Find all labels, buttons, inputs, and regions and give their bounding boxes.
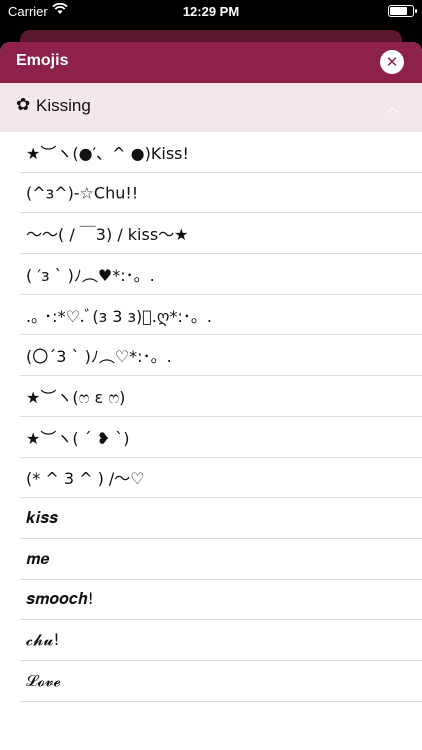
list-item[interactable]: ★︶ヽ(ෆ ε ෆ) — [20, 376, 422, 417]
battery-icon — [388, 5, 417, 17]
close-button[interactable]: ✕ — [380, 50, 404, 74]
battery-level — [390, 7, 407, 15]
clock: 12:29 PM — [182, 4, 240, 19]
emoji-text: (^ɜ^)-☆Chu!! — [26, 183, 139, 203]
list-item[interactable]: 𝒔𝒎𝒐𝒐𝒄𝒉! — [20, 580, 422, 621]
list-item[interactable]: 𝓬𝓱𝓾! — [20, 620, 422, 661]
emoji-text: ★︶ヽ( ´ ❥ `) — [26, 428, 130, 448]
list-item[interactable]: 𝓛𝓸𝓿𝓮 — [20, 661, 422, 702]
list-item[interactable]: (〇´3 ` )ﾉ︵♡*:･。. — [20, 335, 422, 377]
emoji-text: ( ′ɜ ` )ﾉ︵♥*:･。. — [26, 265, 155, 285]
emoji-text: 𝒎𝒆 — [26, 548, 50, 568]
emoji-text: (〇´3 ` )ﾉ︵♡*:･。. — [26, 347, 172, 367]
section-label: Kissing — [36, 96, 91, 115]
list-item[interactable]: ( ′ɜ ` )ﾉ︵♥*:･。. — [20, 254, 422, 295]
emoji-text: (* ^ 3 ^ ) /～♡ — [26, 469, 145, 489]
emoji-text: ～～( / ￣3) / kiss～★ — [26, 225, 189, 245]
status-bar: Carrier 12:29 PM — [0, 0, 422, 24]
list-item[interactable]: (* ^ 3 ^ ) /～♡ — [20, 458, 422, 499]
list-item[interactable]: (^ɜ^)-☆Chu!! — [20, 173, 422, 214]
emoji-text: .｡ ･:*♡.ﾞ(ɜ 3 ɜ)ﾞ.ღ*:･。. — [26, 306, 212, 326]
sheet-header: Emojis ✕ — [0, 42, 422, 83]
flower-icon: ✿ — [16, 95, 31, 115]
chevron-up-icon[interactable]: ︿ — [386, 97, 400, 117]
list-item[interactable]: .｡ ･:*♡.ﾞ(ɜ 3 ɜ)ﾞ.ღ*:･。. — [20, 295, 422, 336]
close-icon: ✕ — [385, 53, 399, 71]
emoji-text: 𝒌𝒊𝒔𝒔 — [26, 508, 58, 528]
emoji-sheet: Emojis ✕ ✿ Kissing ︿ ★︶ヽ(●′、^ ●)Kiss! (^ɜ… — [0, 42, 422, 750]
emoji-text: 𝒔𝒎𝒐𝒐𝒄𝒉! — [26, 589, 94, 609]
emoji-text: ★︶ヽ(●′、^ ●)Kiss! — [26, 143, 189, 163]
emoji-text: 𝓬𝓱𝓾! — [26, 630, 60, 650]
list-item[interactable]: ～～( / ￣3) / kiss～★ — [20, 213, 422, 255]
list-item[interactable]: ★︶ヽ( ´ ❥ `) — [20, 417, 422, 458]
emoji-text: ★︶ヽ(ෆ ε ෆ) — [26, 387, 126, 407]
list-item[interactable]: 𝒎𝒆 — [20, 539, 422, 580]
list-item[interactable]: 𝒌𝒊𝒔𝒔 — [20, 498, 422, 539]
emoji-text: 𝓛𝓸𝓿𝓮 — [26, 670, 61, 690]
sheet-title: Emojis — [16, 52, 69, 69]
emoji-list: ★︶ヽ(●′、^ ●)Kiss! (^ɜ^)-☆Chu!! ～～( / ￣3) / … — [0, 132, 422, 702]
section-header-kissing[interactable]: ✿ Kissing ︿ — [0, 83, 422, 132]
list-item[interactable]: ★︶ヽ(●′、^ ●)Kiss! — [20, 132, 422, 173]
